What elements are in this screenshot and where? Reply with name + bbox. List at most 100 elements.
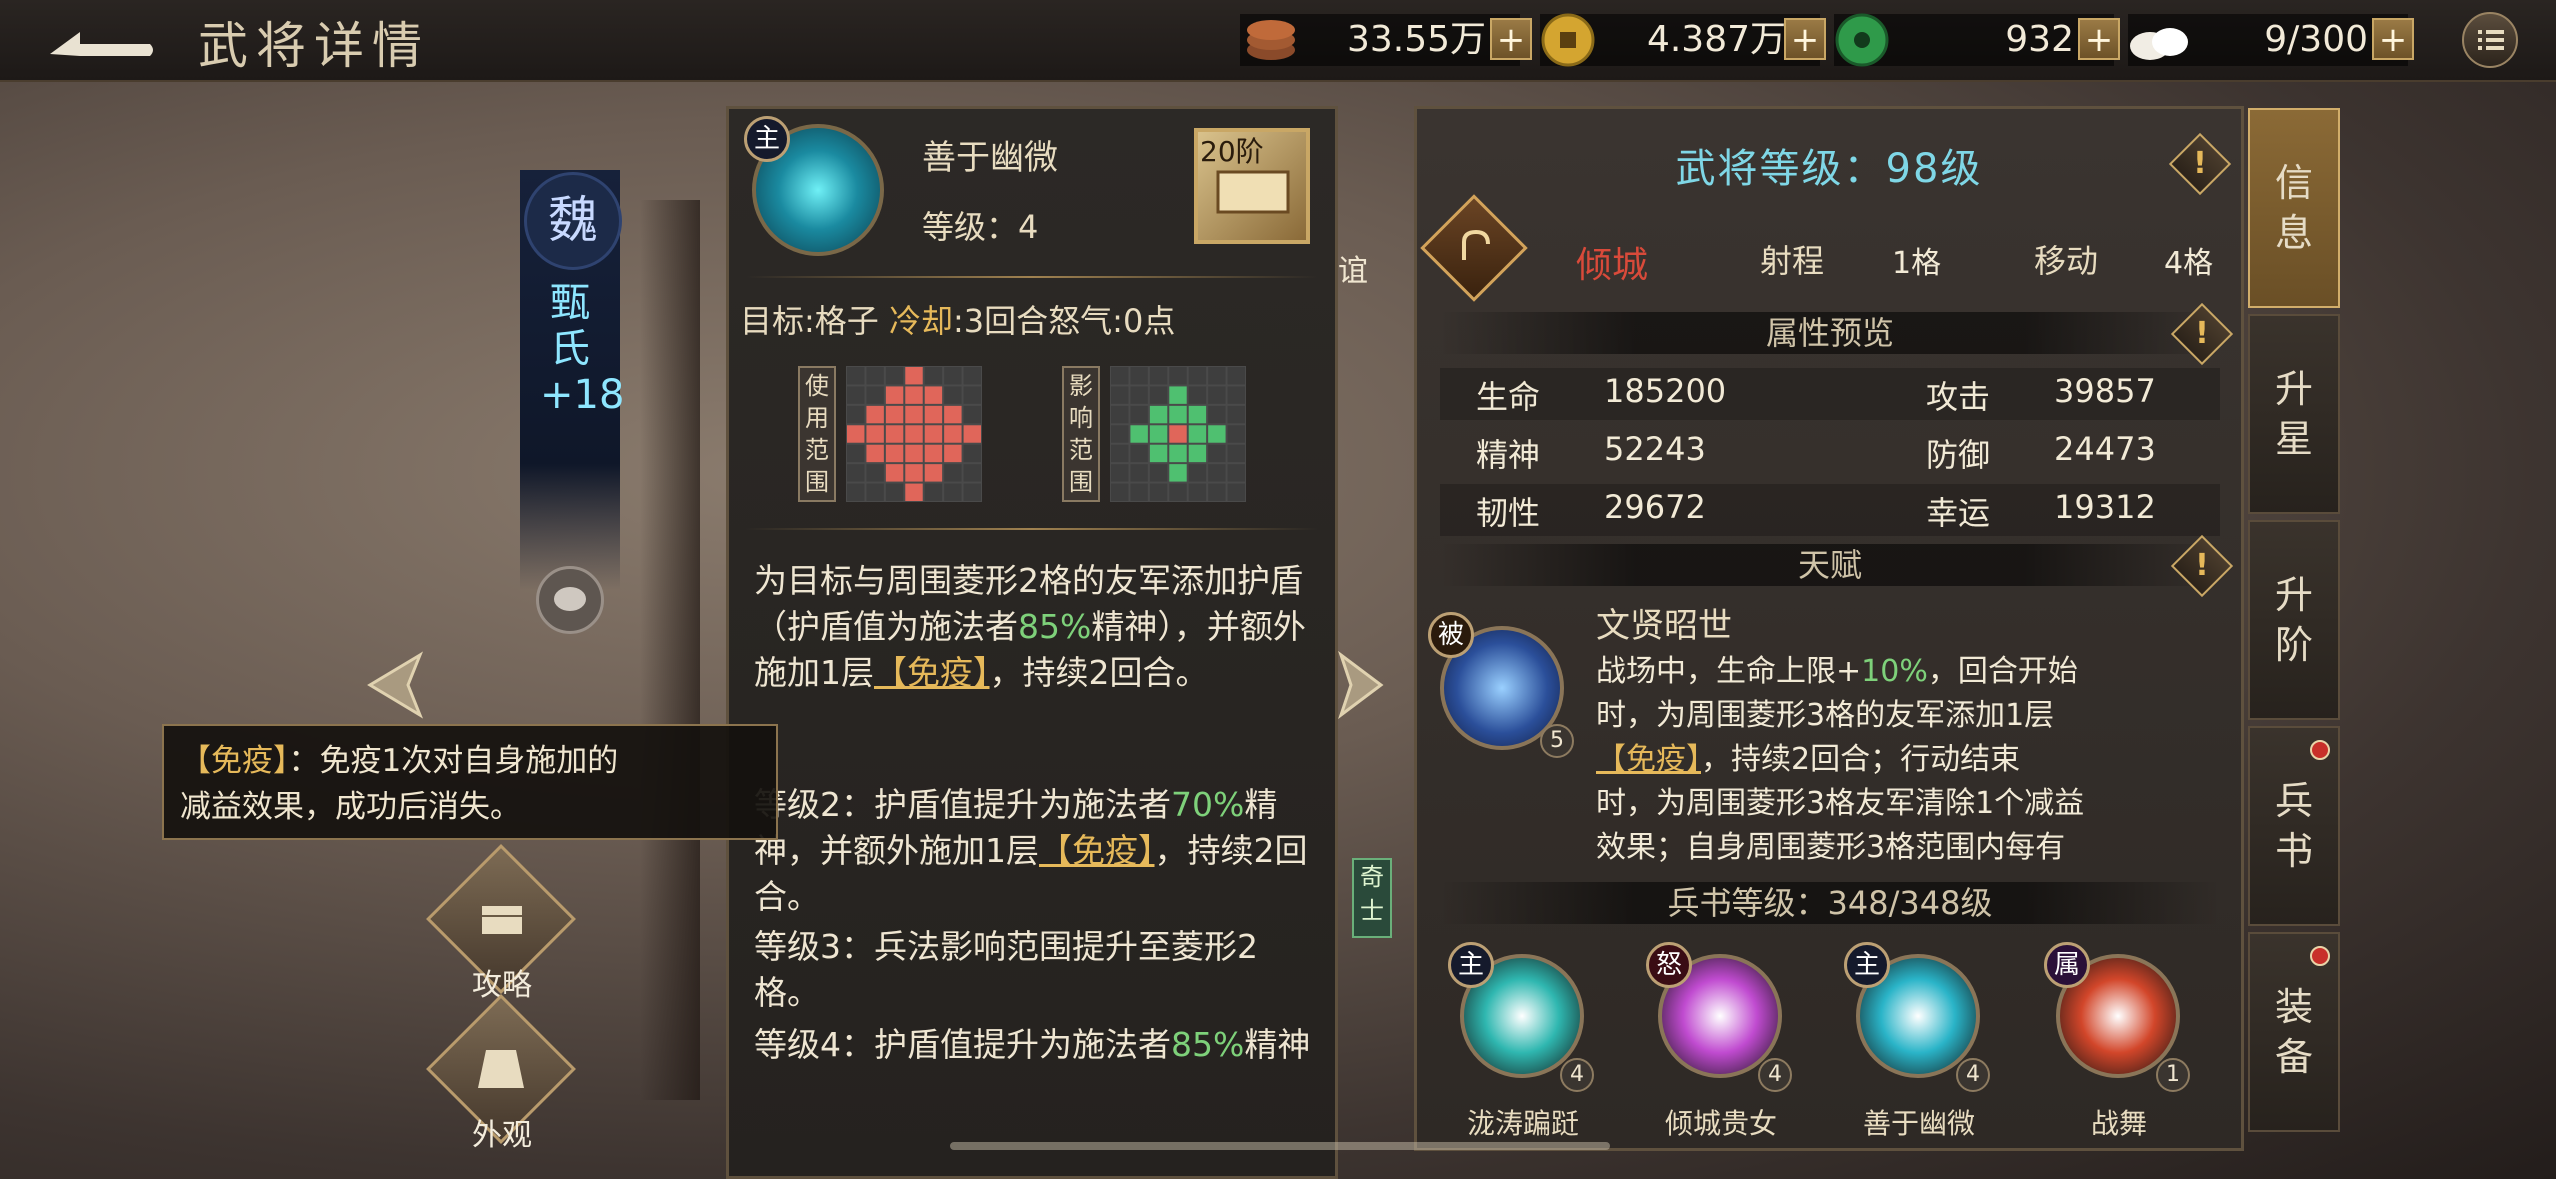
attr-section-title: 属性预览 xyxy=(1765,314,1894,352)
grid-cell xyxy=(885,464,904,482)
tab-skill-book-label: 兵书 xyxy=(2274,779,2313,873)
grid-cell xyxy=(1208,425,1226,443)
immunity-keyword-link[interactable]: 【免疫】 xyxy=(1596,742,1701,777)
grid-cell xyxy=(1208,367,1226,385)
desc-percent: 85% xyxy=(1171,1025,1245,1064)
target-value: 格子 xyxy=(814,302,879,340)
robe-icon xyxy=(470,1038,532,1100)
next-hero-arrow[interactable] xyxy=(1336,650,1386,720)
stamina-value: 9/300 xyxy=(2264,19,2368,60)
skill-meta-line: 目标:格子 冷却:3回合怒气:0点 xyxy=(740,296,1175,342)
talent-level-badge: 5 xyxy=(1540,724,1574,758)
tooltip-text: ：免疫1次对自身施加的 xyxy=(288,743,619,779)
grid-cell xyxy=(1130,464,1148,482)
chevron-right-icon xyxy=(1338,650,1384,720)
grid-cell xyxy=(924,405,943,424)
gold-coin-icon xyxy=(1540,12,1596,68)
immunity-tooltip: 【免疫】：免疫1次对自身施加的 减益效果，成功后消失。 xyxy=(162,724,778,840)
skill-slot-4-name: 战舞 xyxy=(2090,1107,2147,1140)
grid-cell xyxy=(924,483,943,501)
grid-cell xyxy=(1130,483,1148,501)
menu-button[interactable] xyxy=(2462,12,2518,68)
tab-rank-up-label: 升阶 xyxy=(2274,573,2313,667)
grid-cell xyxy=(963,425,981,443)
grid-cell xyxy=(924,444,943,463)
fan-icon xyxy=(1450,222,1500,272)
attr-hp-value: 185200 xyxy=(1604,372,1727,410)
talent-text: ，持续2回合；行动结束 xyxy=(1701,742,2021,777)
skill-slot-1-name: 泷涛蹁跹 xyxy=(1466,1107,1579,1140)
grid-cell xyxy=(1169,425,1187,443)
grid-cell xyxy=(963,444,981,463)
talent-line: 效果；自身周围菱形3格范围内每有 xyxy=(1596,830,2066,865)
grid-cell xyxy=(905,386,923,404)
grid-cell xyxy=(1130,386,1148,404)
grid-cell xyxy=(847,405,865,424)
grid-cell xyxy=(1130,405,1148,424)
grid-cell xyxy=(1149,367,1168,385)
grid-cell xyxy=(1149,464,1168,482)
cooldown-label: 冷却 xyxy=(888,302,953,340)
grid-cell xyxy=(924,367,943,385)
skill-slot-2-tag: 怒 xyxy=(1646,942,1692,988)
add-gold-button[interactable]: + xyxy=(1784,18,1826,60)
grid-cell xyxy=(924,386,943,404)
grid-cell xyxy=(1169,444,1187,463)
grid-cell xyxy=(885,425,904,443)
talent-text: ，回合开始 xyxy=(1927,654,2078,689)
effect-range-label: 影响范围 xyxy=(1062,366,1100,502)
skill-slot-3-level: 4 xyxy=(1956,1058,1990,1092)
attr-def-value: 24473 xyxy=(2054,430,2156,468)
skill-slot-3-tag: 主 xyxy=(1844,942,1890,988)
grid-cell xyxy=(847,367,865,385)
book-level-title: 兵书等级：348/348级 xyxy=(1667,884,1993,922)
grid-cell xyxy=(944,405,962,424)
attr-luck-value: 19312 xyxy=(2054,488,2156,526)
add-jade-button[interactable]: + xyxy=(2078,18,2120,60)
grid-cell xyxy=(866,367,884,385)
grid-cell xyxy=(866,483,884,501)
add-stamina-button[interactable]: + xyxy=(2372,18,2414,60)
back-button[interactable] xyxy=(40,14,160,68)
grid-cell xyxy=(1208,483,1226,501)
skill-rank-label: 20阶 xyxy=(1200,135,1264,168)
grid-cell xyxy=(1208,444,1226,463)
grid-cell xyxy=(1227,405,1245,424)
grid-cell xyxy=(963,386,981,404)
grid-cell xyxy=(905,367,923,385)
add-copper-button[interactable]: + xyxy=(1490,18,1532,60)
grid-cell xyxy=(1149,444,1168,463)
tooltip-line-2: 减益效果，成功后消失。 xyxy=(180,789,521,825)
grid-cell xyxy=(1111,405,1129,424)
grid-cell xyxy=(1188,483,1207,501)
rage-sep: : xyxy=(1112,302,1123,340)
grid-cell xyxy=(1208,405,1226,424)
grid-cell xyxy=(885,483,904,501)
page-title: 武将详情 xyxy=(198,17,430,75)
immunity-keyword-link[interactable]: 【免疫】 xyxy=(1039,831,1155,870)
rage-label: 怒气 xyxy=(1048,302,1113,340)
exclamation-icon: ! xyxy=(2193,146,2207,181)
grid-cell xyxy=(847,464,865,482)
grid-cell xyxy=(847,483,865,501)
rage-value: 0点 xyxy=(1122,302,1176,340)
grid-cell xyxy=(1188,444,1207,463)
grid-cell xyxy=(1188,405,1207,424)
previous-hero-arrow[interactable] xyxy=(360,650,430,720)
grid-cell xyxy=(1227,367,1245,385)
grid-cell xyxy=(1169,386,1187,404)
grid-cell xyxy=(866,386,884,404)
emote-button[interactable] xyxy=(536,566,604,634)
grid-cell xyxy=(905,444,923,463)
attr-toughness-label: 韧性 xyxy=(1476,494,1541,532)
talent-text: 战场中，生命上限+ xyxy=(1596,654,1862,689)
grid-cell xyxy=(963,405,981,424)
desc-percent: 70% xyxy=(1171,785,1245,824)
grid-cell xyxy=(1111,464,1129,482)
tab-info-label: 信息 xyxy=(2274,161,2313,255)
grid-cell xyxy=(944,444,962,463)
notification-dot xyxy=(2310,946,2330,966)
hidden-tab-label: 谊 xyxy=(1338,254,1368,289)
immunity-keyword-link[interactable]: 【免疫】 xyxy=(874,653,990,692)
cooldown-sep: : xyxy=(953,302,964,340)
